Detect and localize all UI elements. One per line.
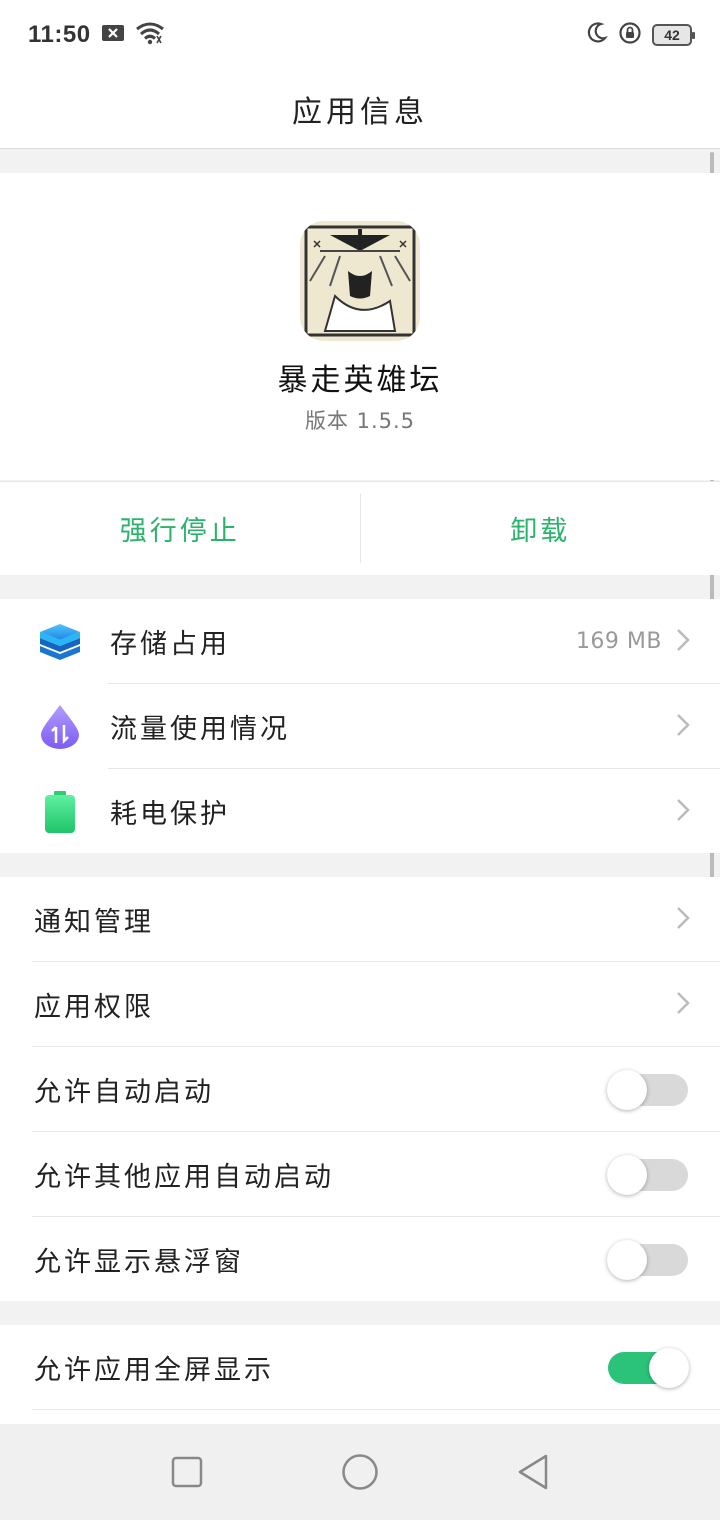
chevron-right-icon: [676, 906, 690, 934]
force-stop-button[interactable]: 强行停止: [0, 482, 360, 575]
page-title: 应用信息: [292, 95, 428, 130]
chevron-right-icon: [676, 628, 690, 656]
floating-window-toggle[interactable]: [607, 1239, 688, 1280]
navigation-bar: [0, 1424, 720, 1520]
app-icon: [300, 221, 420, 341]
home-button[interactable]: [330, 1442, 390, 1502]
auto-start-row: 允许自动启动: [0, 1047, 720, 1132]
uninstall-button[interactable]: 卸载: [361, 482, 720, 575]
app-version: 版本 1.5.5: [304, 409, 416, 433]
auto-start-label: 允许自动启动: [34, 1077, 214, 1108]
storage-icon: [38, 620, 82, 664]
data-usage-label: 流量使用情况: [110, 714, 290, 745]
chevron-right-icon: [676, 713, 690, 741]
notification-management-label: 通知管理: [34, 907, 154, 938]
recents-button[interactable]: [157, 1442, 217, 1502]
rotation-lock-icon: [618, 21, 642, 49]
app-info-card: 暴走英雄坛 版本 1.5.5: [0, 173, 720, 480]
divider: [32, 1409, 720, 1410]
chevron-right-icon: [676, 798, 690, 826]
notification-management-row[interactable]: 通知管理: [0, 877, 720, 962]
floating-window-label: 允许显示悬浮窗: [34, 1247, 244, 1278]
other-apps-auto-start-toggle[interactable]: [607, 1154, 688, 1195]
app-permissions-row[interactable]: 应用权限: [0, 962, 720, 1047]
auto-start-toggle[interactable]: [607, 1069, 688, 1110]
storage-value: 169 MB: [575, 629, 662, 654]
fullscreen-label: 允许应用全屏显示: [34, 1355, 274, 1386]
battery-protect-row[interactable]: 耗电保护: [0, 769, 720, 854]
battery-protect-label: 耗电保护: [110, 799, 230, 830]
title-bar: 应用信息: [0, 70, 720, 149]
data-usage-icon: [38, 704, 82, 749]
wifi-icon: [135, 21, 165, 49]
data-usage-row[interactable]: 流量使用情况: [0, 684, 720, 769]
back-button[interactable]: [503, 1442, 563, 1502]
app-name: 暴走英雄坛: [277, 363, 443, 398]
other-apps-auto-start-row: 允许其他应用自动启动: [0, 1132, 720, 1217]
notification-close-icon: [101, 23, 125, 47]
battery-icon: [38, 790, 82, 834]
app-actions: 强行停止 卸载: [0, 481, 720, 575]
other-apps-auto-start-label: 允许其他应用自动启动: [34, 1162, 334, 1193]
moon-icon: [584, 21, 608, 49]
floating-window-row: 允许显示悬浮窗: [0, 1217, 720, 1302]
fullscreen-row: 允许应用全屏显示: [0, 1325, 720, 1410]
storage-label: 存储占用: [110, 629, 230, 660]
fullscreen-toggle[interactable]: [608, 1347, 689, 1388]
storage-row[interactable]: 存储占用 169 MB: [0, 599, 720, 684]
app-permissions-label: 应用权限: [34, 992, 154, 1023]
chevron-right-icon: [676, 991, 690, 1019]
status-time: 11:50: [28, 21, 91, 48]
battery-indicator: 42: [652, 24, 695, 46]
status-bar: 11:50 42: [0, 0, 720, 70]
